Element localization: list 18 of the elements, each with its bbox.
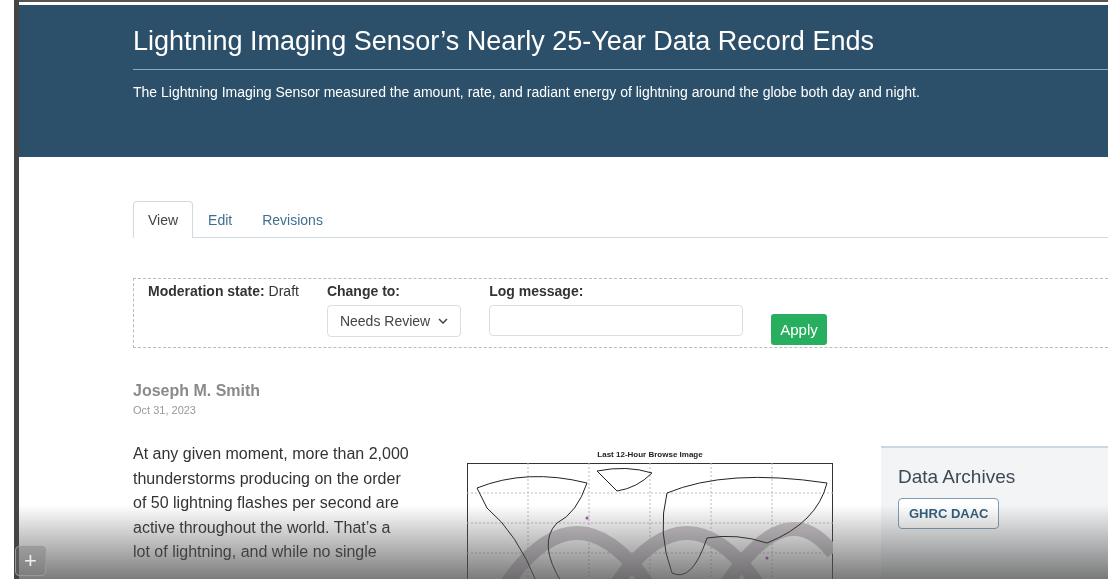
page-title: Lightning Imaging Sensor’s Nearly 25-Year Data Record Ends <box>133 25 875 58</box>
article-paragraph: At any given moment, more than 2,000 thunderstorms producing on the order of 50 lightning flashes per second are active throughout the world. That’s a lot of lightning, and while no single <box>133 444 410 562</box>
figure-title: Last 12-Hour Browse Image <box>597 450 703 459</box>
log-message-field[interactable] <box>489 305 744 336</box>
chevron-down-icon <box>438 318 449 324</box>
log-message-label: Log message: <box>489 283 585 299</box>
change-to-label: Change to: <box>326 283 402 299</box>
moderation-state: Moderation state: Draft <box>148 283 299 299</box>
post-date: Oct 31, 2023 <box>133 404 197 416</box>
state-dropdown[interactable]: Needs Review <box>326 305 462 337</box>
tab[interactable]: Edit <box>193 201 248 238</box>
apply-button[interactable]: Apply <box>771 314 827 345</box>
page-subtitle: The Lightning Imaging Sensor measured the amount, rate, and radiant energy of lightning around the globe both day and night. <box>133 84 921 100</box>
tab[interactable]: Revisions <box>247 201 338 238</box>
tab[interactable]: View <box>133 201 194 238</box>
author-name: Joseph M. Smith <box>133 382 262 400</box>
archive-tag[interactable]: GHRC DAAC <box>898 498 1000 529</box>
sidebar-title: Data Archives <box>898 466 1017 488</box>
